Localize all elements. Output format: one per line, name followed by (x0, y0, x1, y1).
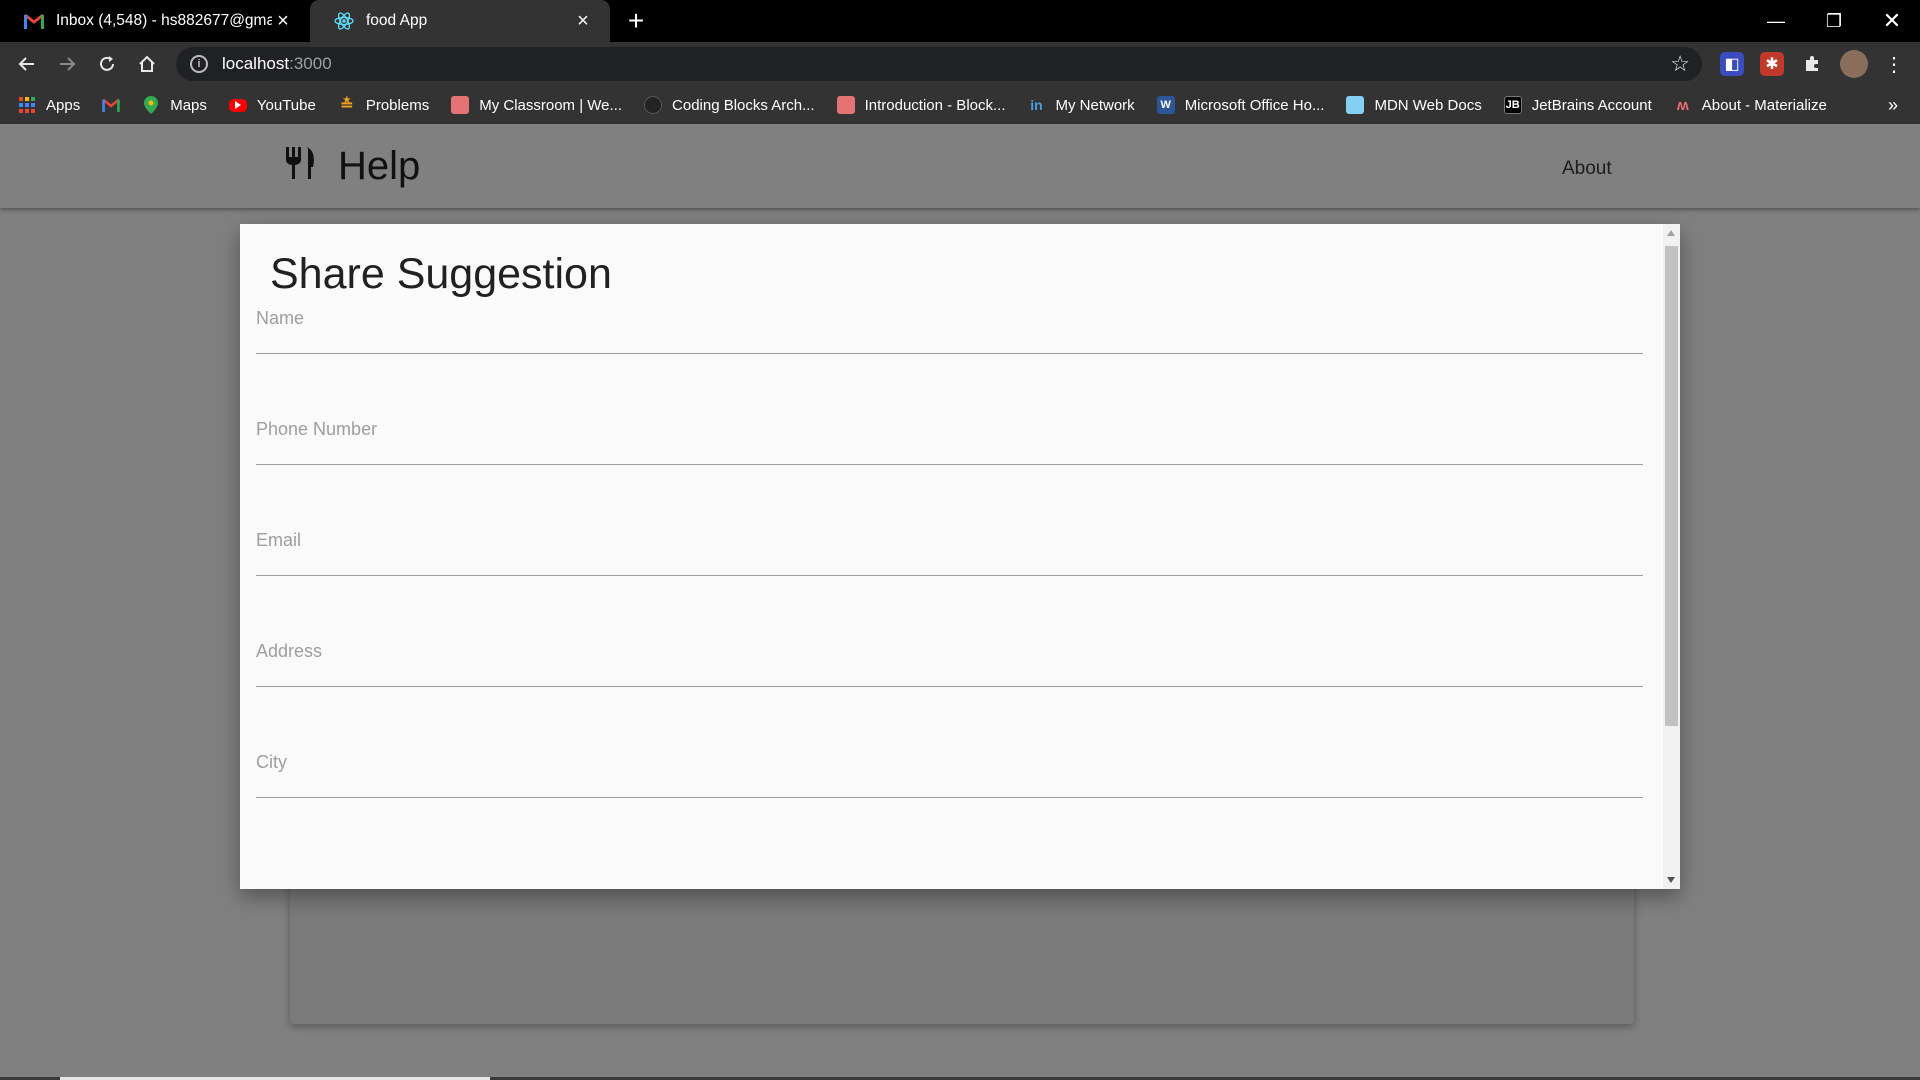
bookmark-apps[interactable]: Apps (18, 96, 80, 114)
bookmark-materialize[interactable]: ʍ About - Materialize (1674, 96, 1827, 114)
scroll-down-arrow-icon[interactable] (1667, 877, 1675, 883)
apps-grid-icon (18, 96, 36, 114)
email-field[interactable]: Email (256, 516, 1643, 576)
name-field[interactable]: Name (256, 294, 1643, 354)
address-field[interactable]: Address (256, 627, 1643, 687)
browser-toolbar: i localhost:3000 ☆ ◧ ✱ ⋮ (0, 42, 1920, 86)
share-suggestion-modal: Share Suggestion Name Phone Number Email… (240, 224, 1680, 889)
forward-icon[interactable] (52, 49, 82, 79)
new-tab-button[interactable]: + (622, 7, 650, 36)
bookmark-label: About - Materialize (1701, 96, 1827, 114)
bookmark-jetbrains[interactable]: JB JetBrains Account (1503, 96, 1652, 114)
brand-title: Help (338, 144, 421, 188)
tab-title: food App (366, 12, 428, 29)
bookmark-my-network[interactable]: in My Network (1028, 96, 1135, 114)
cube-icon (836, 96, 855, 114)
minimize-icon[interactable]: — (1748, 0, 1804, 42)
browser-tabstrip: Inbox (4,548) - hs882677@gmail.com - Gma… (0, 0, 1920, 42)
mdn-icon (1346, 96, 1365, 114)
home-icon[interactable] (132, 49, 162, 79)
extension-icon[interactable]: ✱ (1760, 52, 1784, 76)
bookmark-label: My Classroom | We... (479, 96, 623, 114)
bookmark-label: My Network (1055, 96, 1135, 114)
phone-number-field[interactable]: Phone Number (256, 405, 1643, 465)
close-window-icon[interactable]: ✕ (1864, 0, 1920, 42)
bookmark-office[interactable]: W Microsoft Office Ho... (1156, 96, 1325, 114)
extensions-puzzle-icon[interactable] (1800, 52, 1824, 76)
scroll-up-arrow-icon[interactable] (1667, 230, 1675, 236)
bookmark-label: YouTube (256, 96, 316, 114)
modal-title: Share Suggestion (270, 250, 612, 298)
react-icon (334, 11, 354, 31)
gmail-icon (102, 96, 120, 114)
name-input[interactable] (256, 294, 1643, 353)
bookmark-label: Maps (170, 96, 207, 114)
bookmark-label: Problems (365, 96, 430, 114)
bookmark-introduction[interactable]: Introduction - Block... (836, 96, 1006, 114)
bookmark-coding-blocks[interactable]: Coding Blocks Arch... (644, 96, 815, 114)
classroom-icon (451, 96, 470, 114)
back-icon[interactable] (12, 49, 42, 79)
profile-avatar[interactable] (1840, 50, 1868, 78)
bookmark-star-icon[interactable]: ☆ (1670, 51, 1690, 77)
address-bar[interactable]: i localhost:3000 ☆ (176, 47, 1702, 81)
modal-scrollbar[interactable] (1663, 224, 1680, 889)
nav-link-about[interactable]: About (1562, 158, 1612, 180)
address-input[interactable] (256, 627, 1643, 686)
jetbrains-icon: JB (1503, 96, 1522, 114)
bookmark-label: Introduction - Block... (864, 96, 1006, 114)
tab-gmail[interactable]: Inbox (4,548) - hs882677@gmail.com - Gma… (0, 0, 310, 42)
page-viewport: Help About Share Suggestion Name Phone N… (0, 124, 1920, 1080)
bookmark-label: Microsoft Office Ho... (1184, 96, 1325, 114)
phone-number-input[interactable] (256, 405, 1643, 464)
bookmark-youtube[interactable]: YouTube (228, 96, 316, 114)
close-tab-icon[interactable]: × (572, 10, 594, 32)
gmail-icon (24, 11, 44, 31)
close-tab-icon[interactable]: × (272, 10, 294, 32)
url-host: localhost (222, 54, 290, 73)
url-port: :3000 (289, 54, 332, 73)
bookmark-mdn[interactable]: MDN Web Docs (1346, 96, 1482, 114)
email-input[interactable] (256, 516, 1643, 575)
extension-icon[interactable]: ◧ (1720, 52, 1744, 76)
bookmarks-bar: Apps Maps YouTube ≛ Problems My Classroo… (0, 86, 1920, 124)
bookmark-gmail[interactable] (102, 96, 120, 114)
restore-icon[interactable]: ❐ (1806, 0, 1862, 42)
linkedin-icon: in (1030, 97, 1043, 113)
fork-knife-icon (284, 146, 316, 187)
bookmark-problems[interactable]: ≛ Problems (338, 96, 430, 115)
tab-food-app[interactable]: food App × (310, 0, 610, 42)
materialize-icon: ʍ (1676, 96, 1689, 114)
bookmark-label: JetBrains Account (1531, 96, 1652, 114)
problems-icon: ≛ (340, 97, 354, 114)
city-field[interactable]: City (256, 738, 1643, 798)
city-input[interactable] (256, 738, 1643, 797)
bookmark-label: Coding Blocks Arch... (672, 96, 815, 114)
bookmark-maps[interactable]: Maps (142, 96, 207, 114)
github-icon (644, 96, 663, 114)
tab-title: Inbox (4,548) - hs882677@gmail.com - Gma… (56, 12, 272, 29)
brand-logo[interactable]: Help (284, 144, 420, 189)
reload-icon[interactable] (92, 49, 122, 79)
app-navbar: Help About (0, 124, 1920, 208)
browser-menu-icon[interactable]: ⋮ (1882, 52, 1906, 76)
more-bookmarks-button[interactable]: » (1888, 95, 1898, 116)
youtube-icon (228, 98, 247, 112)
maps-icon (142, 96, 160, 114)
bookmark-label: MDN Web Docs (1374, 96, 1482, 114)
site-info-icon[interactable]: i (190, 55, 208, 73)
scrollbar-thumb[interactable] (1665, 246, 1678, 726)
bookmark-label: Apps (46, 96, 81, 114)
word-icon: W (1156, 96, 1175, 114)
bookmark-classroom[interactable]: My Classroom | We... (451, 96, 622, 114)
